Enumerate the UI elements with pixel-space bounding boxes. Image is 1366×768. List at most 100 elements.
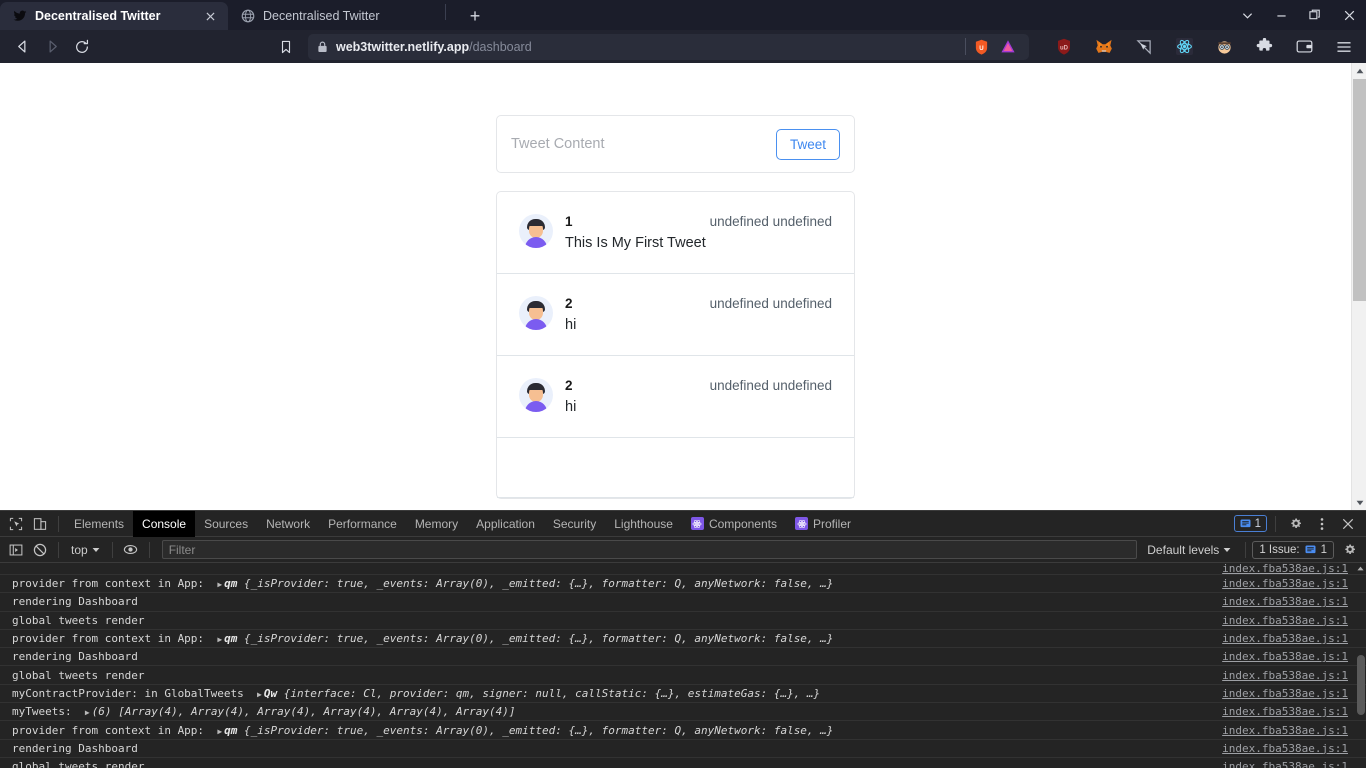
puzzle-extensions-icon[interactable] xyxy=(1250,34,1278,60)
react-devtools-icon[interactable] xyxy=(1170,34,1198,60)
tweet-submit-button[interactable]: Tweet xyxy=(775,128,840,160)
close-devtools-icon[interactable] xyxy=(1336,512,1360,536)
devtools-tab-memory[interactable]: Memory xyxy=(406,511,467,537)
console-log-row[interactable]: provider from context in App: ▶ qm {_isPr… xyxy=(0,630,1366,649)
devtools-tab-elements[interactable]: Elements xyxy=(65,511,133,537)
expand-triangle-icon[interactable]: ▶ xyxy=(217,580,222,589)
new-tab-button[interactable]: + xyxy=(460,2,490,30)
clear-console-icon[interactable] xyxy=(28,538,52,562)
issues-button[interactable]: 1 Issue: 1 xyxy=(1252,540,1334,559)
console-log-row[interactable]: global tweets render index.fba538ae.js:1 xyxy=(0,666,1366,685)
scroll-down-icon[interactable] xyxy=(1352,495,1366,510)
message-count-badge[interactable]: 1 xyxy=(1233,515,1267,532)
pointer-extension-icon[interactable] xyxy=(1130,34,1158,60)
console-log-row[interactable]: rendering Dashboard index.fba538ae.js:1 xyxy=(0,593,1366,612)
bookmark-icon[interactable] xyxy=(272,34,300,60)
live-expression-eye-icon[interactable] xyxy=(119,538,143,562)
devtools-tab-sources[interactable]: Sources xyxy=(195,511,257,537)
log-source-link[interactable]: index.fba538ae.js:1 xyxy=(1222,595,1348,608)
browser-tab-1[interactable]: Decentralised Twitter xyxy=(0,2,228,30)
page-scrollbar[interactable] xyxy=(1351,63,1366,510)
console-scrollbar[interactable] xyxy=(1356,563,1366,768)
devtools-tab-performance[interactable]: Performance xyxy=(319,511,406,537)
tweet-content-input[interactable] xyxy=(511,130,776,158)
console-log-row[interactable]: provider from context in App: ▶ qm {_isPr… xyxy=(0,721,1366,740)
execution-context-select[interactable]: top xyxy=(65,543,106,557)
react-icon xyxy=(795,517,808,530)
tab-close-icon[interactable] xyxy=(202,8,219,25)
console-log-row[interactable]: global tweets render index.fba538ae.js:1 xyxy=(0,758,1366,768)
tweet-row[interactable] xyxy=(497,438,854,498)
console-scrollbar-thumb[interactable] xyxy=(1357,655,1365,715)
log-source-link[interactable]: index.fba538ae.js:1 xyxy=(1222,705,1348,718)
tweet-row[interactable]: 1 undefined undefined This Is My First T… xyxy=(497,192,854,274)
url-path: /dashboard xyxy=(469,39,532,54)
browser-tab-2[interactable]: Decentralised Twitter xyxy=(228,2,443,30)
scroll-up-icon[interactable] xyxy=(1352,63,1366,78)
console-log-row[interactable]: myContractProvider: in GlobalTweets ▶ Qw … xyxy=(0,685,1366,704)
wallet-icon[interactable] xyxy=(1290,34,1318,60)
expand-triangle-icon[interactable]: ▶ xyxy=(217,727,222,736)
close-window-button[interactable] xyxy=(1332,0,1366,30)
tab-title: Decentralised Twitter xyxy=(35,9,161,23)
browser-window: Decentralised Twitter Decentralised Twit… xyxy=(0,0,1366,510)
devtools-tab-network[interactable]: Network xyxy=(257,511,319,537)
nerd-extension-icon[interactable] xyxy=(1210,34,1238,60)
browser-menu-icon[interactable] xyxy=(1330,34,1358,60)
devtools-tab-application[interactable]: Application xyxy=(467,511,544,537)
maximize-button[interactable] xyxy=(1298,0,1332,30)
log-source-link[interactable]: index.fba538ae.js:1 xyxy=(1222,650,1348,663)
console-log-row[interactable]: rendering Dashboard index.fba538ae.js:1 xyxy=(0,740,1366,758)
log-source-link[interactable]: index.fba538ae.js:1 xyxy=(1222,724,1348,737)
brave-shields-icon[interactable]: U xyxy=(974,39,989,55)
gear-icon[interactable] xyxy=(1284,512,1308,536)
log-source-link[interactable]: index.fba538ae.js:1 xyxy=(1222,614,1348,627)
console-filter-input[interactable] xyxy=(161,540,1138,559)
tab-search-button[interactable] xyxy=(1230,0,1264,30)
reload-button-icon[interactable] xyxy=(68,34,96,60)
tweet-row[interactable]: 2 undefined undefined hi xyxy=(497,274,854,356)
scrollbar-thumb[interactable] xyxy=(1353,79,1366,301)
log-source-link[interactable]: index.fba538ae.js:1 xyxy=(1222,669,1348,682)
console-settings-gear-icon[interactable] xyxy=(1338,538,1362,562)
expand-triangle-icon[interactable]: ▶ xyxy=(85,708,90,717)
minimize-button[interactable] xyxy=(1264,0,1298,30)
tweet-row[interactable]: 2 undefined undefined hi xyxy=(497,356,854,438)
navigation-toolbar: web3twitter.netlify.app/dashboard U uD xyxy=(0,30,1366,63)
log-source-link[interactable]: index.fba538ae.js:1 xyxy=(1222,760,1348,768)
twitter-bird-icon xyxy=(12,8,28,24)
log-source-link[interactable]: index.fba538ae.js:1 xyxy=(1222,563,1348,574)
device-toolbar-icon[interactable] xyxy=(28,512,52,536)
url-divider xyxy=(965,38,966,55)
expand-triangle-icon[interactable]: ▶ xyxy=(257,690,262,699)
toolbar-divider xyxy=(58,515,59,532)
console-log-row[interactable]: global tweets render index.fba538ae.js:1 xyxy=(0,612,1366,630)
ublock-origin-icon[interactable]: uD xyxy=(1050,34,1078,60)
console-log-list[interactable]: index.fba538ae.js:1 provider from contex… xyxy=(0,563,1366,768)
log-source-link[interactable]: index.fba538ae.js:1 xyxy=(1222,742,1348,755)
log-source-link[interactable]: index.fba538ae.js:1 xyxy=(1222,687,1348,700)
console-log-row[interactable]: rendering Dashboard index.fba538ae.js:1 xyxy=(0,648,1366,667)
address-bar[interactable]: web3twitter.netlify.app/dashboard U xyxy=(308,33,1029,60)
console-log-row[interactable]: myTweets: ▶ (6) [Array(4), Array(4), Arra… xyxy=(0,703,1366,722)
brave-rewards-icon[interactable] xyxy=(1000,39,1016,54)
devtools-tab-components[interactable]: Components xyxy=(682,511,786,537)
back-button-icon[interactable] xyxy=(8,34,36,60)
expand-triangle-icon[interactable]: ▶ xyxy=(217,635,222,644)
log-levels-select[interactable]: Default levels xyxy=(1139,543,1239,557)
log-source-link[interactable]: index.fba538ae.js:1 xyxy=(1222,632,1348,645)
console-scroll-up-icon[interactable] xyxy=(1356,564,1365,573)
devtools-tab-security[interactable]: Security xyxy=(544,511,605,537)
devtools-tab-console[interactable]: Console xyxy=(133,510,196,537)
tweet-header: 1 undefined undefined xyxy=(565,214,832,229)
console-log-row[interactable]: index.fba538ae.js:1 xyxy=(0,563,1366,575)
log-source-link[interactable]: index.fba538ae.js:1 xyxy=(1222,577,1348,590)
metamask-fox-icon[interactable] xyxy=(1090,34,1118,60)
kebab-icon[interactable] xyxy=(1310,512,1334,536)
devtools-tab-lighthouse[interactable]: Lighthouse xyxy=(605,511,682,537)
log-message: global tweets render xyxy=(12,613,145,627)
console-log-row[interactable]: provider from context in App: ▶ qm {_isPr… xyxy=(0,575,1366,594)
devtools-tab-profiler[interactable]: Profiler xyxy=(786,511,860,537)
inspect-element-icon[interactable] xyxy=(4,512,28,536)
console-sidebar-toggle-icon[interactable] xyxy=(4,538,28,562)
